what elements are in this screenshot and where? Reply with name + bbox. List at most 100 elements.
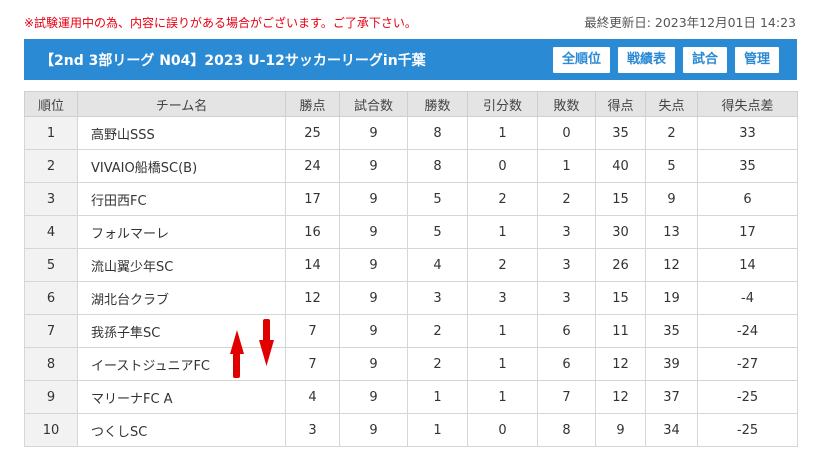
- cell-wins: 2: [407, 314, 468, 348]
- cell-wins: 3: [407, 281, 468, 315]
- cell-rank: 5: [24, 248, 78, 282]
- cell-team: VIVAIO船橋SC(B): [77, 149, 286, 183]
- table-row: 8 イーストジュニアFC 7 9 2 1 6 12 39 -27: [24, 347, 798, 381]
- cell-rank: 8: [24, 347, 78, 381]
- cell-wins: 5: [407, 182, 468, 216]
- cell-draws: 0: [467, 413, 538, 447]
- cell-goals-against: 35: [645, 314, 698, 348]
- notice-row: ※試験運用中の為、内容に誤りがある場合がございます。ご了承下さい。 最終更新日:…: [24, 14, 796, 32]
- cell-points: 17: [285, 182, 340, 216]
- cell-played: 9: [339, 182, 408, 216]
- cell-wins: 4: [407, 248, 468, 282]
- cell-team: フォルマーレ: [77, 215, 286, 249]
- cell-points: 7: [285, 314, 340, 348]
- cell-goals-against: 2: [645, 116, 698, 150]
- cell-played: 9: [339, 215, 408, 249]
- cell-losses: 8: [537, 413, 596, 447]
- cell-goal-diff: -25: [697, 380, 798, 414]
- all-rank-button[interactable]: 全順位: [552, 46, 610, 73]
- admin-button[interactable]: 管理: [734, 46, 779, 73]
- cell-goals-against: 34: [645, 413, 698, 447]
- cell-losses: 6: [537, 314, 596, 348]
- table-row: 4 フォルマーレ 16 9 5 1 3 30 13 17: [24, 215, 798, 249]
- table-row: 1 高野山SSS 25 9 8 1 0 35 2 33: [24, 116, 798, 150]
- cell-draws: 3: [467, 281, 538, 315]
- cell-goal-diff: 6: [697, 182, 798, 216]
- cell-team: 流山翼少年SC: [77, 248, 286, 282]
- cell-draws: 0: [467, 149, 538, 183]
- cell-draws: 1: [467, 314, 538, 348]
- trial-notice: ※試験運用中の為、内容に誤りがある場合がございます。ご了承下さい。: [24, 16, 417, 30]
- cell-wins: 5: [407, 215, 468, 249]
- cell-goal-diff: 17: [697, 215, 798, 249]
- cell-rank: 1: [24, 116, 78, 150]
- cell-played: 9: [339, 347, 408, 381]
- cell-goals-against: 5: [645, 149, 698, 183]
- table-row: 6 湖北台クラブ 12 9 3 3 3 15 19 -4: [24, 281, 798, 315]
- cell-wins: 8: [407, 116, 468, 150]
- table-row: 2 VIVAIO船橋SC(B) 24 9 8 0 1 40 5 35: [24, 149, 798, 183]
- cell-team: マリーナFC A: [77, 380, 286, 414]
- cell-goal-diff: -4: [697, 281, 798, 315]
- cell-wins: 1: [407, 413, 468, 447]
- col-header-rank: 順位: [24, 91, 78, 117]
- table-row: 3 行田西FC 17 9 5 2 2 15 9 6: [24, 182, 798, 216]
- cell-goals-for: 12: [595, 347, 646, 381]
- col-header-goal-diff: 得失点差: [697, 91, 798, 117]
- col-header-team: チーム名: [77, 91, 286, 117]
- last-updated: 最終更新日: 2023年12月01日 14:23: [584, 15, 796, 30]
- cell-rank: 3: [24, 182, 78, 216]
- matches-button[interactable]: 試合: [682, 46, 727, 73]
- annotation-arrows: [230, 319, 274, 378]
- cell-losses: 3: [537, 281, 596, 315]
- cell-losses: 3: [537, 248, 596, 282]
- cell-draws: 1: [467, 215, 538, 249]
- cell-points: 3: [285, 413, 340, 447]
- cell-points: 16: [285, 215, 340, 249]
- cell-team: つくしSC: [77, 413, 286, 447]
- cell-played: 9: [339, 281, 408, 315]
- cell-goal-diff: 33: [697, 116, 798, 150]
- cell-losses: 6: [537, 347, 596, 381]
- cell-goals-against: 9: [645, 182, 698, 216]
- cell-points: 24: [285, 149, 340, 183]
- table-row: 9 マリーナFC A 4 9 1 1 7 12 37 -25: [24, 380, 798, 414]
- table-row: 10 つくしSC 3 9 1 0 8 9 34 -25: [24, 413, 798, 447]
- cell-goals-for: 12: [595, 380, 646, 414]
- cell-rank: 2: [24, 149, 78, 183]
- cell-played: 9: [339, 314, 408, 348]
- cell-goal-diff: 35: [697, 149, 798, 183]
- cell-wins: 8: [407, 149, 468, 183]
- cell-team: 高野山SSS: [77, 116, 286, 150]
- table-body: 1 高野山SSS 25 9 8 1 0 35 2 33 2 VIVAIO船橋SC(B) 24 9 8 0 1 40…: [24, 116, 798, 447]
- cell-rank: 10: [24, 413, 78, 447]
- header-buttons: 全順位 戦績表 試合 管理: [552, 46, 779, 73]
- cell-draws: 1: [467, 347, 538, 381]
- cell-played: 9: [339, 248, 408, 282]
- cell-goals-for: 11: [595, 314, 646, 348]
- cell-team: 湖北台クラブ: [77, 281, 286, 315]
- cell-goals-for: 15: [595, 182, 646, 216]
- cell-goal-diff: -27: [697, 347, 798, 381]
- cell-goals-for: 40: [595, 149, 646, 183]
- col-header-wins: 勝数: [407, 91, 468, 117]
- cell-played: 9: [339, 413, 408, 447]
- cell-played: 9: [339, 149, 408, 183]
- record-table-button[interactable]: 戦績表: [617, 46, 675, 73]
- cell-draws: 1: [467, 380, 538, 414]
- cell-goal-diff: -25: [697, 413, 798, 447]
- cell-goals-for: 9: [595, 413, 646, 447]
- cell-played: 9: [339, 116, 408, 150]
- cell-losses: 7: [537, 380, 596, 414]
- cell-goals-against: 19: [645, 281, 698, 315]
- cell-rank: 9: [24, 380, 78, 414]
- cell-points: 12: [285, 281, 340, 315]
- league-header: 【2nd 3部リーグ N04】2023 U-12サッカーリーグin千葉 全順位 …: [24, 39, 797, 80]
- cell-team: 行田西FC: [77, 182, 286, 216]
- cell-played: 9: [339, 380, 408, 414]
- table-row: 5 流山翼少年SC 14 9 4 2 3 26 12 14: [24, 248, 798, 282]
- col-header-goals-for: 得点: [595, 91, 646, 117]
- cell-points: 14: [285, 248, 340, 282]
- cell-draws: 2: [467, 248, 538, 282]
- cell-goals-against: 39: [645, 347, 698, 381]
